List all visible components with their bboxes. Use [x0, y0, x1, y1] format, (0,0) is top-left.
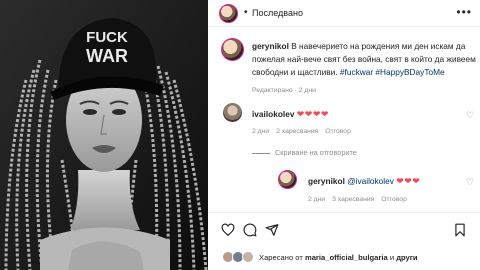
hide-replies-line [252, 152, 270, 154]
liked-by-text: Харесано от maria_official_bulgaria и др… [259, 253, 418, 262]
comment-meta: 2 дни 2 харесвания Отговор [252, 128, 356, 135]
caption-text: gerynikol В навечерието на рождения ми д… [252, 40, 478, 79]
reply-username[interactable]: gerynikol [308, 176, 345, 186]
reply-hearts: ❤❤❤ [396, 176, 421, 186]
comment-text: ivailokolev ❤❤❤❤ [252, 109, 329, 120]
liker-avatar[interactable] [242, 251, 254, 263]
liked-by-connector: и [389, 253, 395, 262]
reply-text: gerynikol @ivailokolev ❤❤❤ [308, 176, 420, 187]
cap-text-top: FUCK [86, 29, 128, 46]
hide-replies-label: Скриване на отговорите [275, 148, 357, 157]
liked-by-user[interactable]: maria_official_bulgaria [305, 253, 388, 262]
liked-by-others[interactable]: други [396, 253, 417, 262]
reply-time: 2 дни [308, 196, 326, 203]
comment-username[interactable]: ivailokolev [252, 109, 294, 119]
comment-likes-count[interactable]: 2 харесвания [276, 128, 318, 135]
separator-dot: • [244, 7, 248, 18]
following-status[interactable]: Последвано [252, 8, 303, 18]
heart-icon[interactable] [221, 223, 235, 237]
post-details-panel: • Последвано ••• gerynikol В навечерието… [208, 0, 480, 270]
hide-replies-toggle[interactable]: Скриване на отговорите [252, 148, 357, 157]
reply-likes-count[interactable]: 3 харесвания [332, 196, 374, 203]
comment-icon[interactable] [243, 223, 257, 237]
reply-author-avatar[interactable] [278, 170, 297, 189]
author-avatar[interactable] [219, 4, 238, 23]
liked-by-prefix: Харесано от [259, 253, 303, 262]
share-icon[interactable] [265, 223, 279, 237]
portrait-illustration: FUCK WAR [0, 0, 208, 270]
reply-reply-button[interactable]: Отговор [381, 196, 407, 203]
cap-text-bottom: WAR [86, 46, 128, 66]
caption-edited-meta: Редактирано · 2 дни [252, 87, 316, 94]
reply-meta: 2 дни 3 харесвания Отговор [308, 196, 412, 203]
reply-mention[interactable]: @ivailokolev [347, 176, 394, 186]
comment-hearts: ❤❤❤❤ [296, 109, 329, 119]
reply-like-heart-icon[interactable]: ♡ [466, 177, 474, 188]
comment-time: 2 дни [252, 128, 270, 135]
caption-username[interactable]: gerynikol [252, 41, 289, 51]
commenter-avatar[interactable] [223, 103, 242, 122]
caption-author-avatar[interactable] [221, 38, 244, 61]
bookmark-icon[interactable] [453, 223, 467, 237]
post-header: • Последвано ••• [208, 0, 480, 27]
comment-like-heart-icon[interactable]: ♡ [466, 110, 474, 121]
more-horizontal-icon[interactable]: ••• [456, 5, 472, 19]
post-actions: Харесано от maria_official_bulgaria и др… [208, 212, 480, 270]
comment-reply-button[interactable]: Отговор [325, 128, 351, 135]
post-image[interactable]: FUCK WAR [0, 0, 208, 270]
liked-by-row: Харесано от maria_official_bulgaria и др… [222, 251, 480, 265]
caption-hashtags[interactable]: #fuckwar #HappyBDayToMe [340, 67, 445, 77]
